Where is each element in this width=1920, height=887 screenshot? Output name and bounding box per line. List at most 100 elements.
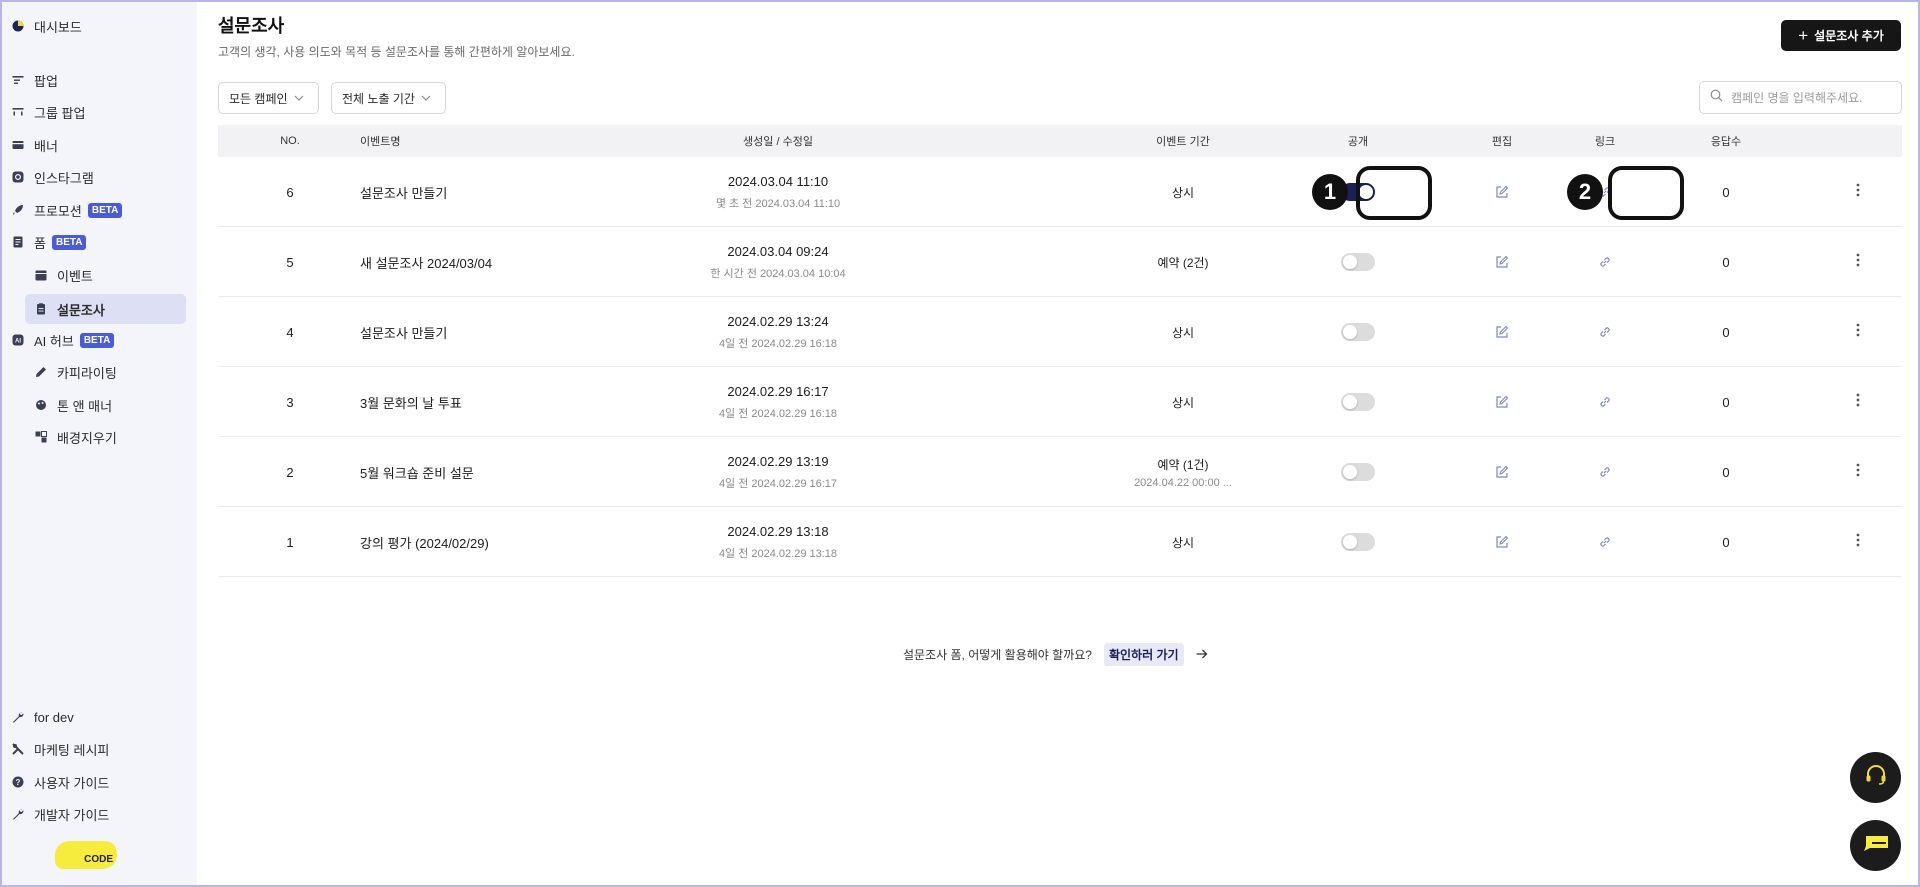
more-options-icon[interactable] <box>1856 183 1860 201</box>
edit-icon[interactable] <box>1492 182 1512 202</box>
row-event-name[interactable]: 새 설문조사 2024/03/04 <box>360 253 492 272</box>
banner-icon <box>12 139 24 151</box>
table-row[interactable]: 2 5월 워크숍 준비 설문 2024.02.29 13:19 4일 전 202… <box>218 437 1902 507</box>
arrow-right-icon[interactable] <box>1196 646 1208 662</box>
sidebar-item-remove-bg[interactable]: 배경지우기 <box>35 426 117 448</box>
public-toggle[interactable] <box>1341 463 1375 481</box>
link-icon[interactable] <box>1595 392 1615 412</box>
sidebar-item-dashboard[interactable]: 대시보드 <box>12 15 82 37</box>
rocket-icon <box>12 204 24 216</box>
row-period-cell: 예약 (2건) <box>1098 227 1268 297</box>
sidebar-item-tone-manner[interactable]: 톤 앤 매너 <box>35 394 112 416</box>
link-icon[interactable] <box>1595 252 1615 272</box>
more-options-icon[interactable] <box>1856 533 1860 551</box>
sidebar-item-copywriting[interactable]: 카피라이팅 <box>35 361 117 383</box>
sidebar-item-user-guide[interactable]: ? 사용자 가이드 <box>12 771 109 793</box>
brand-logo[interactable]: CODE <box>55 841 117 869</box>
row-event-period: 상시 <box>1171 395 1195 410</box>
sidebar-item-label: 개발자 가이드 <box>34 807 110 823</box>
sidebar-item-group-popup[interactable]: 그룹 팝업 <box>12 101 85 123</box>
campaign-filter-dropdown[interactable]: 모든 캠페인 <box>218 82 319 114</box>
sidebar-item-survey[interactable]: 설문조사 <box>35 298 105 320</box>
message-button[interactable] <box>1850 820 1901 871</box>
row-dates-cell: 2024.02.29 13:18 4일 전 2024.02.29 13:18 <box>678 507 878 577</box>
edit-icon[interactable] <box>1492 322 1512 342</box>
period-filter-dropdown[interactable]: 전체 노출 기간 <box>331 82 446 114</box>
more-options-icon[interactable] <box>1856 393 1860 411</box>
public-toggle[interactable] <box>1341 533 1375 551</box>
row-link-cell <box>1575 227 1635 297</box>
row-event-period: 예약 (2건) <box>1157 255 1209 270</box>
sidebar: 대시보드 팝업 그룹 팝업 배너 인스타그램 프로모션 BETA 폼 BETA … <box>0 0 197 887</box>
column-responses: 응답수 <box>1710 136 1742 148</box>
sidebar-item-for-dev[interactable]: for dev <box>12 706 74 728</box>
row-responses-cell: 0 <box>1696 507 1756 577</box>
row-public-cell <box>1328 227 1388 297</box>
row-name-cell: 설문조사 만들기 <box>360 297 660 367</box>
sidebar-item-popup[interactable]: 팝업 <box>12 69 58 91</box>
more-options-icon[interactable] <box>1856 323 1860 341</box>
row-modified-date: 한 시간 전 2024.03.04 10:04 <box>710 267 846 280</box>
add-survey-button[interactable]: + 설문조사 추가 <box>1781 20 1901 51</box>
more-options-icon[interactable] <box>1856 463 1860 481</box>
period-filter-value: 전체 노출 기간 <box>342 91 415 106</box>
row-name-cell: 5월 워크숍 준비 설문 <box>360 437 660 507</box>
sidebar-item-promotion[interactable]: 프로모션 BETA <box>12 199 123 221</box>
row-dates-cell: 2024.02.29 16:17 4일 전 2024.02.29 16:18 <box>678 367 878 437</box>
public-toggle[interactable] <box>1341 253 1375 271</box>
row-no-cell: 3 <box>275 367 305 437</box>
table-row[interactable]: 5 새 설문조사 2024/03/04 2024.03.04 09:24 한 시… <box>218 227 1902 297</box>
link-icon[interactable] <box>1595 462 1615 482</box>
sidebar-item-label: 대시보드 <box>34 19 82 35</box>
help-tip: 설문조사 폼, 어떻게 활용해야 할까요? 확인하러 가기 <box>903 642 1208 666</box>
more-options-icon[interactable] <box>1856 253 1860 271</box>
row-period-cell: 예약 (1건) 2024.04.22 00:00 ... <box>1098 437 1268 507</box>
row-event-period: 상시 <box>1171 325 1195 340</box>
table-row[interactable]: 3 3월 문화의 날 투표 2024.02.29 16:17 4일 전 2024… <box>218 367 1902 437</box>
public-toggle[interactable] <box>1341 323 1375 341</box>
column-event-period: 이벤트 기간 <box>1156 136 1210 148</box>
sidebar-item-marketing-recipe[interactable]: 마케팅 레시피 <box>12 738 109 760</box>
row-event-name[interactable]: 3월 문화의 날 투표 <box>360 393 462 412</box>
link-icon[interactable] <box>1595 532 1615 552</box>
column-public: 공개 <box>1347 136 1369 148</box>
row-event-name[interactable]: 설문조사 만들기 <box>360 323 447 342</box>
page-title: 설문조사 <box>218 16 285 36</box>
row-no-cell: 1 <box>275 507 305 577</box>
row-link-cell <box>1575 367 1635 437</box>
row-event-name[interactable]: 5월 워크숍 준비 설문 <box>360 463 474 482</box>
edit-icon[interactable] <box>1492 252 1512 272</box>
row-event-name[interactable]: 설문조사 만들기 <box>360 183 447 202</box>
sidebar-item-form[interactable]: 폼 BETA <box>12 231 87 253</box>
edit-icon[interactable] <box>1492 462 1512 482</box>
campaign-search[interactable] <box>1699 81 1902 114</box>
sidebar-item-ai-hub[interactable]: AI AI 허브 BETA <box>12 329 115 351</box>
search-input[interactable] <box>1731 90 1891 105</box>
row-public-cell <box>1328 437 1388 507</box>
row-more-cell <box>1843 507 1873 577</box>
row-no: 4 <box>286 324 294 340</box>
table-row[interactable]: 4 설문조사 만들기 2024.02.29 13:24 4일 전 2024.02… <box>218 297 1902 367</box>
chevron-down-icon <box>294 93 304 104</box>
table-row[interactable]: 1 강의 평가 (2024/02/29) 2024.02.29 13:18 4일… <box>218 507 1902 577</box>
public-toggle[interactable] <box>1341 393 1375 411</box>
sidebar-item-label: 폼 <box>34 235 46 251</box>
row-modified-date: 4일 전 2024.02.29 16:17 <box>718 477 838 490</box>
edit-icon[interactable] <box>1492 392 1512 412</box>
chat-bubble-icon <box>1862 834 1890 857</box>
edit-icon[interactable] <box>1492 532 1512 552</box>
row-event-name[interactable]: 강의 평가 (2024/02/29) <box>360 533 489 552</box>
row-more-cell <box>1843 367 1873 437</box>
column-event-name: 이벤트명 <box>360 136 401 148</box>
form-icon <box>12 236 24 248</box>
sidebar-item-instagram[interactable]: 인스타그램 <box>12 166 94 188</box>
sidebar-item-banner[interactable]: 배너 <box>12 134 58 156</box>
tip-link[interactable]: 확인하러 가기 <box>1103 642 1184 666</box>
link-icon[interactable] <box>1595 322 1615 342</box>
row-responses: 0 <box>1722 254 1730 270</box>
support-chat-button[interactable] <box>1850 752 1901 803</box>
row-name-cell: 3월 문화의 날 투표 <box>360 367 660 437</box>
sidebar-item-event[interactable]: 이벤트 <box>35 264 93 286</box>
row-responses-cell: 0 <box>1696 297 1756 367</box>
sidebar-item-developer-guide[interactable]: 개발자 가이드 <box>12 803 109 825</box>
